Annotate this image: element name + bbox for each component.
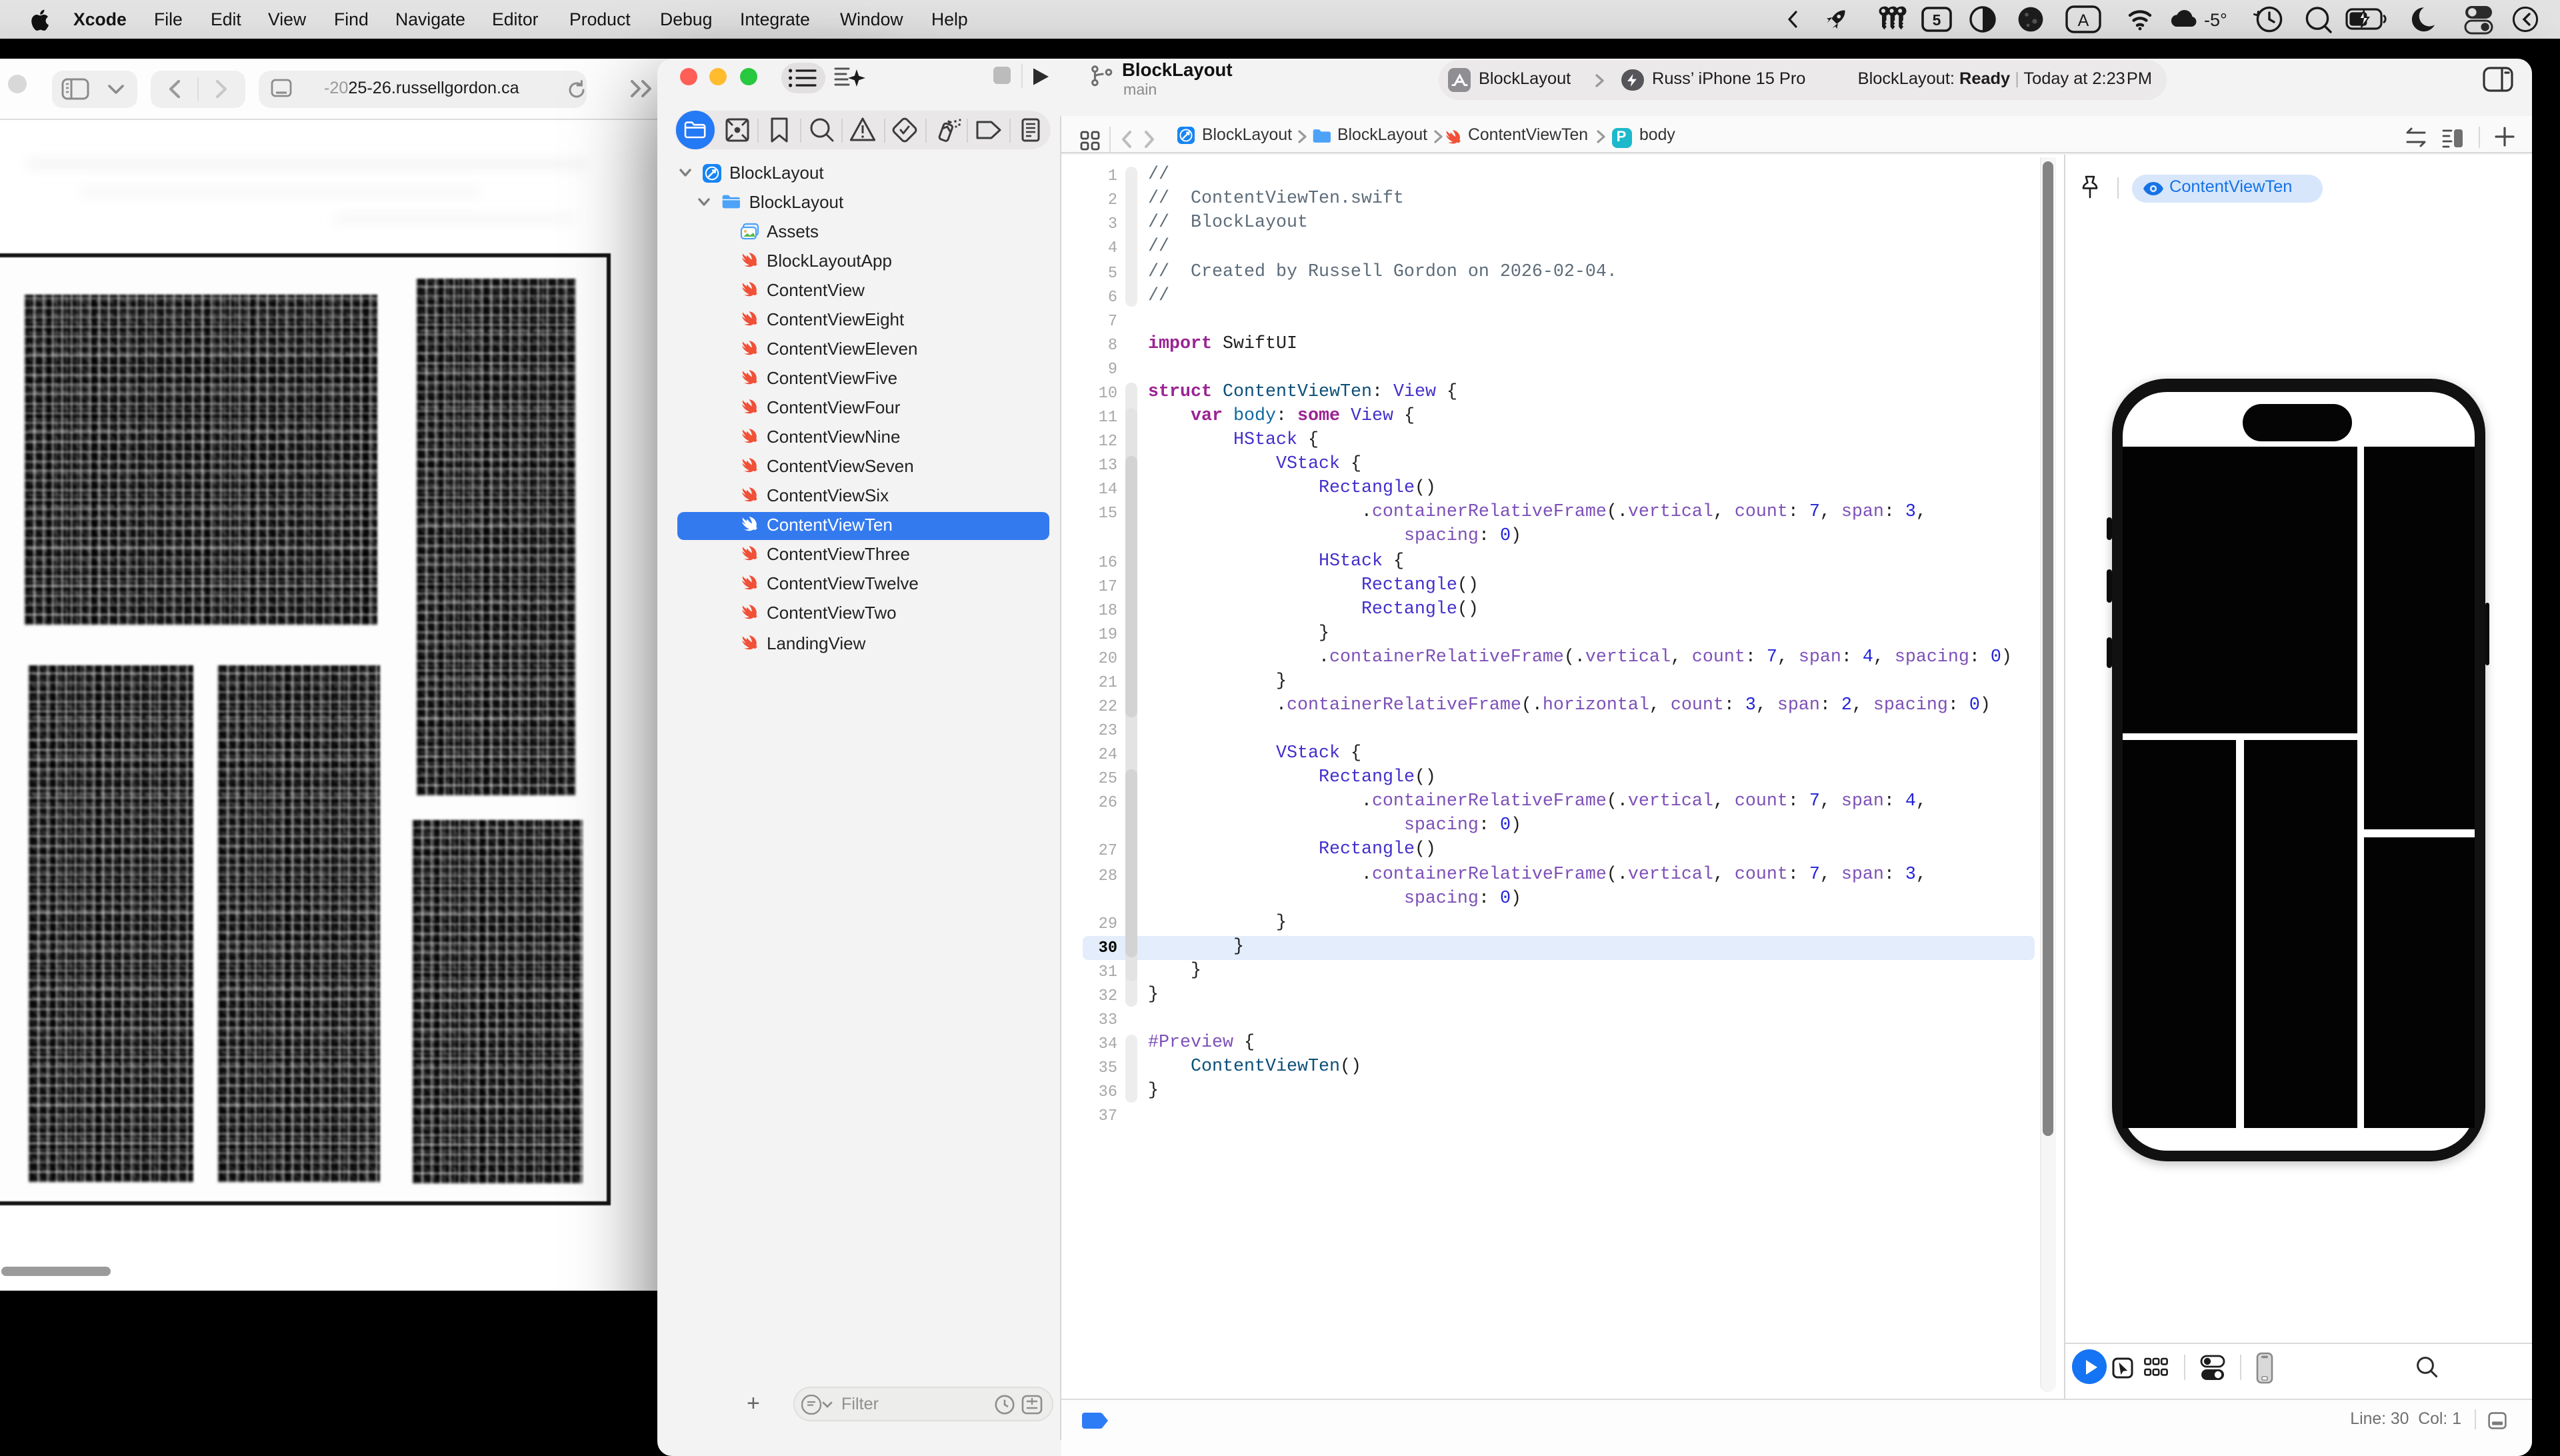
svg-text:A: A: [2078, 11, 2089, 30]
svg-text:5: 5: [1933, 11, 1941, 29]
svg-text:-5°: -5°: [2204, 10, 2227, 30]
